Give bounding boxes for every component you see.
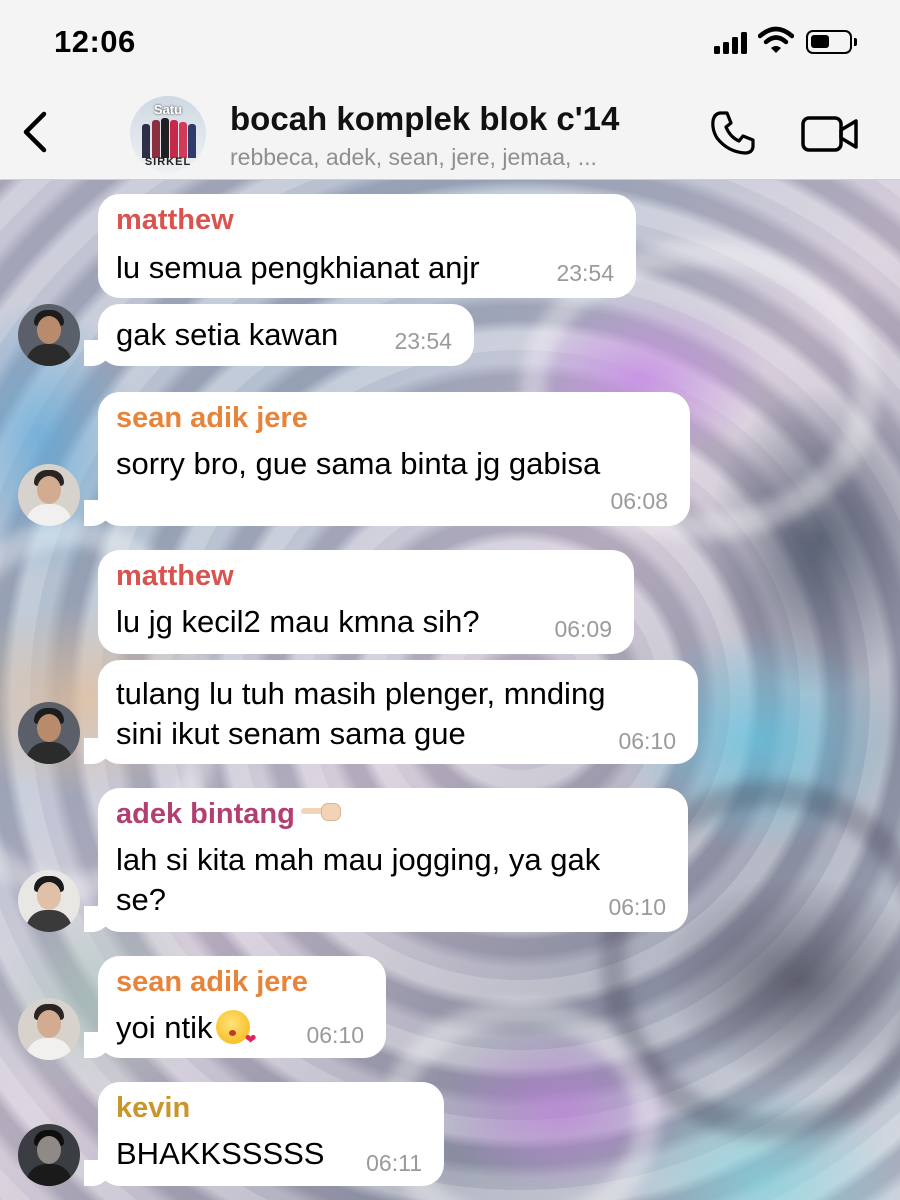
message-sender[interactable]: matthew: [116, 560, 234, 593]
chat-members[interactable]: rebbeca, adek, sean, jere, jemaa, ...: [230, 144, 680, 171]
message-text: lah si kita mah mau jogging, ya gak: [116, 842, 601, 877]
chat-header: Satu SIRKEL bocah komplek blok c'14 rebb…: [0, 88, 900, 180]
avatar-matthew[interactable]: [18, 702, 80, 764]
message-bubble[interactable]: sean adik jere yoi ntik 06:10: [84, 956, 386, 1060]
message-sender[interactable]: kevin: [116, 1092, 190, 1125]
wifi-icon: [758, 26, 794, 53]
avatar-sean[interactable]: [18, 998, 80, 1060]
message-text: lu semua pengkhianat anjr: [116, 250, 480, 285]
battery-icon: [806, 30, 857, 54]
message-time: 23:54: [556, 260, 614, 286]
chat-area[interactable]: matthew lu semua pengkhianat anjr 23:54 …: [0, 180, 900, 1200]
message-bubble[interactable]: tulang lu tuh masih plenger, mnding sini…: [84, 660, 698, 764]
message-time: 06:10: [618, 728, 676, 754]
group-avatar-caption-top: Satu: [153, 102, 183, 117]
message-text: tulang lu tuh masih plenger, mnding: [116, 676, 606, 711]
face-blowing-kiss-icon: [216, 1010, 256, 1060]
message-text: sorry bro, gue sama binta jg gabisa: [116, 446, 601, 481]
message-bubble[interactable]: matthew lu jg kecil2 mau kmna sih? 06:09: [98, 550, 634, 654]
message-text: gak setia kawan: [116, 317, 339, 352]
message-text-content: yoi ntik: [116, 1010, 213, 1045]
group-avatar-caption-bottom: SIRKEL: [144, 156, 192, 168]
message-time: 06:08: [610, 488, 668, 514]
message-text: yoi ntik: [116, 1008, 256, 1060]
avatar-matthew[interactable]: [18, 304, 80, 366]
message-time: 06:10: [306, 1022, 364, 1048]
avatar-kevin[interactable]: [18, 1124, 80, 1186]
message-text: sini ikut senam sama gue: [116, 716, 466, 751]
message-time: 06:09: [554, 616, 612, 642]
message-text: se?: [116, 882, 166, 917]
chevron-left-icon[interactable]: [16, 108, 56, 156]
avatar-adek-bintang[interactable]: [18, 870, 80, 932]
status-time: 12:06: [54, 24, 136, 59]
video-camera-icon[interactable]: [800, 112, 860, 156]
message-bubble[interactable]: gak setia kawan 23:54: [84, 304, 474, 366]
phone-icon[interactable]: [708, 108, 758, 158]
message-sender-name: adek bintang: [116, 798, 295, 830]
message-sender[interactable]: sean adik jere: [116, 402, 308, 435]
avatar-sean[interactable]: [18, 464, 80, 526]
message-bubble[interactable]: matthew lu semua pengkhianat anjr 23:54: [98, 194, 636, 298]
message-text: BHAKKSSSSS: [116, 1136, 325, 1171]
message-sender[interactable]: sean adik jere: [116, 966, 308, 999]
chat-title[interactable]: bocah komplek blok c'14: [230, 100, 619, 138]
status-bar: 12:06: [0, 0, 900, 88]
message-bubble[interactable]: sean adik jere sorry bro, gue sama binta…: [84, 392, 690, 526]
pointing-hand-icon: [300, 803, 341, 821]
message-time: 06:11: [366, 1150, 422, 1176]
message-bubble[interactable]: kevin BHAKKSSSSS 06:11: [84, 1082, 444, 1186]
cellular-signal-icon: [714, 30, 750, 54]
message-bubble[interactable]: adek bintang lah si kita mah mau jogging…: [84, 788, 688, 932]
message-text: lu jg kecil2 mau kmna sih?: [116, 604, 480, 639]
message-sender[interactable]: matthew: [116, 204, 234, 237]
message-sender[interactable]: adek bintang: [116, 798, 341, 831]
group-avatar[interactable]: Satu SIRKEL: [130, 96, 206, 172]
message-time: 06:10: [608, 894, 666, 920]
message-time: 23:54: [394, 328, 452, 354]
